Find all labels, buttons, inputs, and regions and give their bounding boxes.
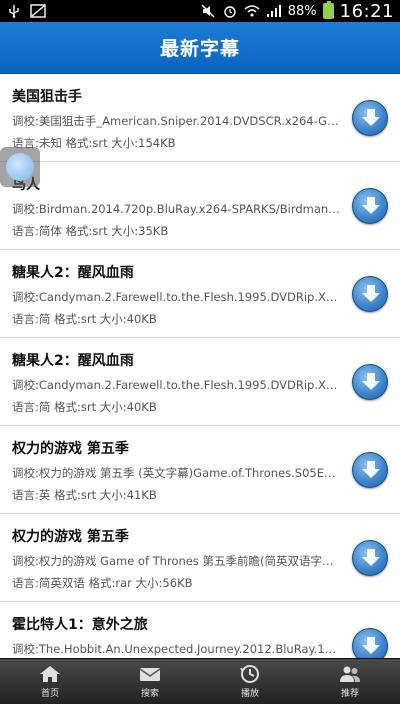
subtitle-item[interactable]: 糖果人2：醒风血雨 调校:Candyman.2.Farewell.to.the.… [0,250,400,338]
subtitle-title: 权力的游戏 第五季 [12,529,129,545]
status-bar: 88% 16:21 [0,0,400,22]
download-button[interactable] [352,540,388,576]
subtitle-meta: 语言:简体 格式:srt 大小:35KB [12,224,169,238]
status-left [6,4,46,18]
subtitle-title: 糖果人2：醒风血雨 [12,265,134,281]
subtitle-meta: 语言:未知 格式:srt 大小:154KB [12,136,176,150]
download-arrow-icon [362,109,380,126]
subtitle-meta: 语言:简 格式:srt 大小:40KB [12,400,157,414]
download-button[interactable] [352,188,388,224]
subtitle-file: 调校:Candyman.2.Farewell.to.the.Flesh.1995… [12,290,340,304]
history-icon [240,665,259,683]
bottom-nav: 首页 搜索 播放 推荐 [0,658,400,704]
subtitle-title: 美国狙击手 [12,89,82,105]
subtitle-title: 糖果人2：醒风血雨 [12,353,134,369]
home-icon [40,666,60,682]
download-arrow-icon [362,637,380,654]
subtitle-title: 霍比特人1：意外之旅 [12,617,148,633]
download-arrow-icon [362,461,380,478]
image-notification-icon [30,4,46,18]
mute-icon [200,4,216,18]
nav-label: 播放 [240,689,259,699]
subtitle-title: 权力的游戏 第五季 [12,441,129,457]
download-arrow-icon [362,197,380,214]
nav-item-search[interactable]: 搜索 [100,659,200,704]
subtitle-file: 调校:Candyman.2.Farewell.to.the.Flesh.1995… [12,378,340,392]
subtitle-list: 美国狙击手 调校:美国狙击手_American.Sniper.2014.DVDS… [0,74,400,658]
battery-percent: 88% [287,3,317,19]
download-button[interactable] [352,452,388,488]
subtitle-item[interactable]: 权力的游戏 第五季 调校:权力的游戏 Game of Thrones 第五季前瞻… [0,514,400,602]
subtitle-title: 鸟人 [12,174,340,196]
wifi-icon [244,4,260,18]
nav-item-home[interactable]: 首页 [0,659,100,704]
usb-icon [6,4,22,18]
download-button[interactable] [352,364,388,400]
download-button[interactable] [352,276,388,312]
subtitle-file: 调校:权力的游戏 Game of Thrones 第五季前瞻(简英双语字幕... [12,554,340,568]
subtitle-file: 调校:美国狙击手_American.Sniper.2014.DVDSCR.x26… [12,114,340,128]
subtitle-meta: 语言:英 格式:srt 大小:41KB [12,488,157,502]
download-button[interactable] [352,100,388,136]
nav-item-recommend[interactable]: 推荐 [300,659,400,704]
nav-label: 搜索 [140,689,159,699]
status-right: 88% 16:21 [200,1,394,22]
users-icon [340,666,360,682]
download-arrow-icon [362,373,380,390]
subtitle-meta: 语言:简 格式:srt 大小:40KB [12,312,157,326]
subtitle-item[interactable]: 权力的游戏 第五季 调校:权力的游戏 第五季 (英文字幕)Game.of.Thr… [0,426,400,514]
battery-icon [322,1,334,19]
subtitle-item[interactable]: 美国狙击手 调校:美国狙击手_American.Sniper.2014.DVDS… [0,74,400,162]
alarm-icon [222,4,238,18]
download-arrow-icon [362,549,380,566]
subtitle-item[interactable]: 糖果人2：醒风血雨 调校:Candyman.2.Farewell.to.the.… [0,338,400,426]
subtitle-item[interactable]: 鸟人 调校:Birdman.2014.720p.BluRay.x264-SPAR… [0,162,400,250]
floating-assist-button[interactable] [0,147,40,187]
subtitle-file: 调校:权力的游戏 第五季 (英文字幕)Game.of.Thrones.S05E0… [12,466,340,480]
download-button[interactable] [352,628,388,658]
nav-item-play[interactable]: 播放 [200,659,300,704]
clock: 16:21 [339,0,394,22]
title-bar: 最新字幕 [0,22,400,74]
page-title: 最新字幕 [159,38,240,60]
subtitle-meta: 语言:简英双语 格式:rar 大小:56KB [12,576,193,590]
nav-label: 首页 [40,689,59,699]
subtitle-file: 调校:Birdman.2014.720p.BluRay.x264-SPARKS/… [12,202,340,216]
floating-bubble-icon [6,153,34,181]
subtitle-file: 调校:The.Hobbit.An.Unexpected.Journey.2012… [12,642,340,656]
subtitle-item[interactable]: 霍比特人1：意外之旅 调校:The.Hobbit.An.Unexpected.J… [0,602,400,658]
signal-icon [266,4,282,18]
mail-icon [139,668,161,681]
download-arrow-icon [362,285,380,302]
nav-label: 推荐 [340,689,359,699]
